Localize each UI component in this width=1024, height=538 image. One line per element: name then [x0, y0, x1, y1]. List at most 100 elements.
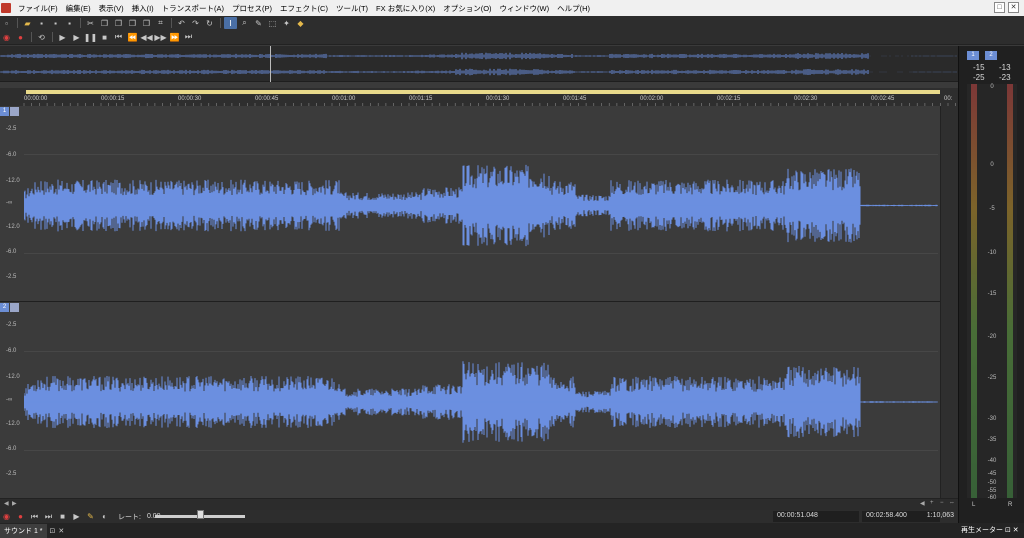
record-icon[interactable]: ●	[14, 31, 27, 43]
play-icon[interactable]: ▶	[70, 31, 83, 43]
go-end-icon[interactable]: ⏭	[182, 31, 195, 43]
pause-icon[interactable]: ❚❚	[84, 31, 97, 43]
track-2[interactable]: 2 -2.5 -6.0 -12.0 -∞ -12.0 -6.0 -2.5	[0, 302, 958, 498]
go-start-icon[interactable]: ⏮	[28, 511, 41, 523]
menu-insert[interactable]: 挿入(I)	[128, 3, 158, 14]
close-button[interactable]: ✕	[1008, 2, 1019, 13]
play-all-icon[interactable]: ▶	[56, 31, 69, 43]
marker-tool-icon[interactable]: ◆	[294, 17, 307, 29]
db-label: -12.0	[6, 178, 20, 184]
tab-playback-meter[interactable]: 再生メーター ⊡ ✕	[961, 525, 1019, 535]
undo-icon[interactable]: ↶	[175, 17, 188, 29]
open-folder-icon[interactable]: ▰	[21, 17, 34, 29]
rate-slider-thumb[interactable]	[197, 510, 204, 519]
track-1[interactable]: 1 -2.5 -6.0 -12.0 -∞ -12.0 -6.0 -2.5	[0, 106, 958, 301]
paste-new-icon[interactable]: ❐	[140, 17, 153, 29]
loop-icon[interactable]: ⟲	[35, 31, 48, 43]
copy-icon[interactable]: ❐	[98, 17, 111, 29]
record-arm-icon[interactable]: ◉	[0, 31, 13, 43]
menu-file[interactable]: ファイル(F)	[14, 3, 62, 14]
go-start-icon[interactable]: ⏮	[112, 31, 125, 43]
play-icon[interactable]: ▶	[70, 511, 83, 523]
playback-meter-panel: 1 2 -15 -13 -25 -23 0 0 -5 -10 -15 -20 -…	[958, 46, 1024, 523]
menu-help[interactable]: ヘルプ(H)	[553, 3, 594, 14]
db-label: -12.0	[6, 421, 20, 427]
forward-icon[interactable]: ▶▶	[154, 31, 167, 43]
waveform-track-2[interactable]	[24, 302, 938, 498]
db-label: -2.5	[6, 274, 17, 280]
meter-tick: -50	[987, 480, 997, 486]
pencil-icon[interactable]: ✎	[84, 511, 97, 523]
overview-cursor[interactable]	[270, 46, 271, 82]
menu-effects[interactable]: エフェクト(C)	[276, 3, 332, 14]
track-number[interactable]: 2	[0, 302, 9, 312]
trim-icon[interactable]: ⌗	[154, 17, 167, 29]
new-file-icon[interactable]: ▫	[0, 17, 13, 29]
meter-button-2[interactable]: 2	[985, 51, 997, 60]
menu-view[interactable]: 表示(V)	[95, 3, 128, 14]
zoom-fit-icon[interactable]: ⇔	[949, 500, 955, 506]
meter-tick: -45	[987, 471, 997, 477]
record-arm-icon[interactable]: ◉	[0, 511, 13, 523]
rewind-prev-icon[interactable]: ⏪	[126, 31, 139, 43]
overview-waveform[interactable]	[0, 46, 958, 82]
horizontal-scrollbar[interactable]: ◀ ▶ ◀ + − ⇔	[0, 498, 958, 510]
record-icon[interactable]: ●	[14, 511, 27, 523]
scroll-left-icon[interactable]: ◀	[4, 500, 9, 507]
redo-icon[interactable]: ↷	[189, 17, 202, 29]
menu-window[interactable]: ウィンドウ(W)	[496, 3, 554, 14]
repeat-icon[interactable]: ↻	[203, 17, 216, 29]
track-number[interactable]: 1	[0, 106, 9, 116]
db-label: -6.0	[6, 249, 17, 255]
menu-fx-favorites[interactable]: FX お気に入り(X)	[372, 3, 439, 14]
scrub-tool-icon[interactable]: ✦	[280, 17, 293, 29]
db-label: -6.0	[6, 152, 17, 158]
tab-close-icon[interactable]: ✕	[58, 527, 64, 535]
edit-tool-icon[interactable]: Ⅰ	[224, 17, 237, 29]
save-icon[interactable]: ▪	[35, 17, 48, 29]
meter-button-1[interactable]: 1	[967, 51, 979, 60]
render-icon[interactable]: ▪	[63, 17, 76, 29]
meter-bar-right	[1007, 84, 1013, 498]
menu-transport[interactable]: トランスポート(A)	[158, 3, 228, 14]
db-label: -12.0	[6, 224, 20, 230]
menu-process[interactable]: プロセス(P)	[228, 3, 276, 14]
event-tool-icon[interactable]: ⬚	[266, 17, 279, 29]
menu-edit[interactable]: 編集(E)	[62, 3, 95, 14]
meter-tick: -30	[987, 416, 997, 422]
zoom-in-icon[interactable]: +	[930, 500, 934, 506]
peak-left-bottom: -25	[973, 73, 985, 82]
restore-button[interactable]: □	[994, 2, 1005, 13]
stop-icon[interactable]: ■	[56, 511, 69, 523]
scroll-right-icon[interactable]: ▶	[12, 500, 17, 507]
mix-icon[interactable]: ❐	[126, 17, 139, 29]
tab-close-icon[interactable]: ✕	[1013, 527, 1019, 534]
tab-sound-1[interactable]: サウンド 1 *	[0, 523, 47, 538]
tab-pin-icon[interactable]: ⊡	[1005, 527, 1011, 534]
forward-next-icon[interactable]: ⏩	[168, 31, 181, 43]
meter-tick: -35	[987, 437, 997, 443]
overview-waveform-graphic	[0, 52, 957, 76]
go-end-icon[interactable]: ⏭	[42, 511, 55, 523]
pencil-tool-icon[interactable]: ✎	[252, 17, 265, 29]
scrub-icon[interactable]: ◐	[98, 511, 111, 523]
cut-icon[interactable]: ✂	[84, 17, 97, 29]
meter-tick: -15	[987, 291, 997, 297]
menu-tools[interactable]: ツール(T)	[332, 3, 372, 14]
magnify-tool-icon[interactable]: ⌕	[238, 17, 251, 29]
zoom-ratio-text: 1:10,063	[926, 512, 954, 519]
rewind-icon[interactable]: ◀◀	[140, 31, 153, 43]
menu-options[interactable]: オプション(O)	[439, 3, 495, 14]
vertical-scrollbar[interactable]	[940, 106, 958, 498]
zoom-out-icon[interactable]: −	[940, 500, 944, 506]
cursor-position[interactable]: 00:00:51.048	[773, 511, 859, 522]
paste-icon[interactable]: ❐	[112, 17, 125, 29]
stop-icon[interactable]: ■	[98, 31, 111, 43]
tab-pin-icon[interactable]: ⊡	[50, 527, 56, 535]
waveform-track-1[interactable]	[24, 106, 938, 301]
save-all-icon[interactable]: ▪	[49, 17, 62, 29]
time-ruler[interactable]: 00:00:00 00:00:15 00:00:30 00:00:45 00:0…	[0, 88, 958, 106]
track-minimize-button[interactable]	[10, 302, 19, 312]
track-minimize-button[interactable]	[10, 106, 19, 116]
scroll-left-icon[interactable]: ◀	[920, 500, 925, 507]
